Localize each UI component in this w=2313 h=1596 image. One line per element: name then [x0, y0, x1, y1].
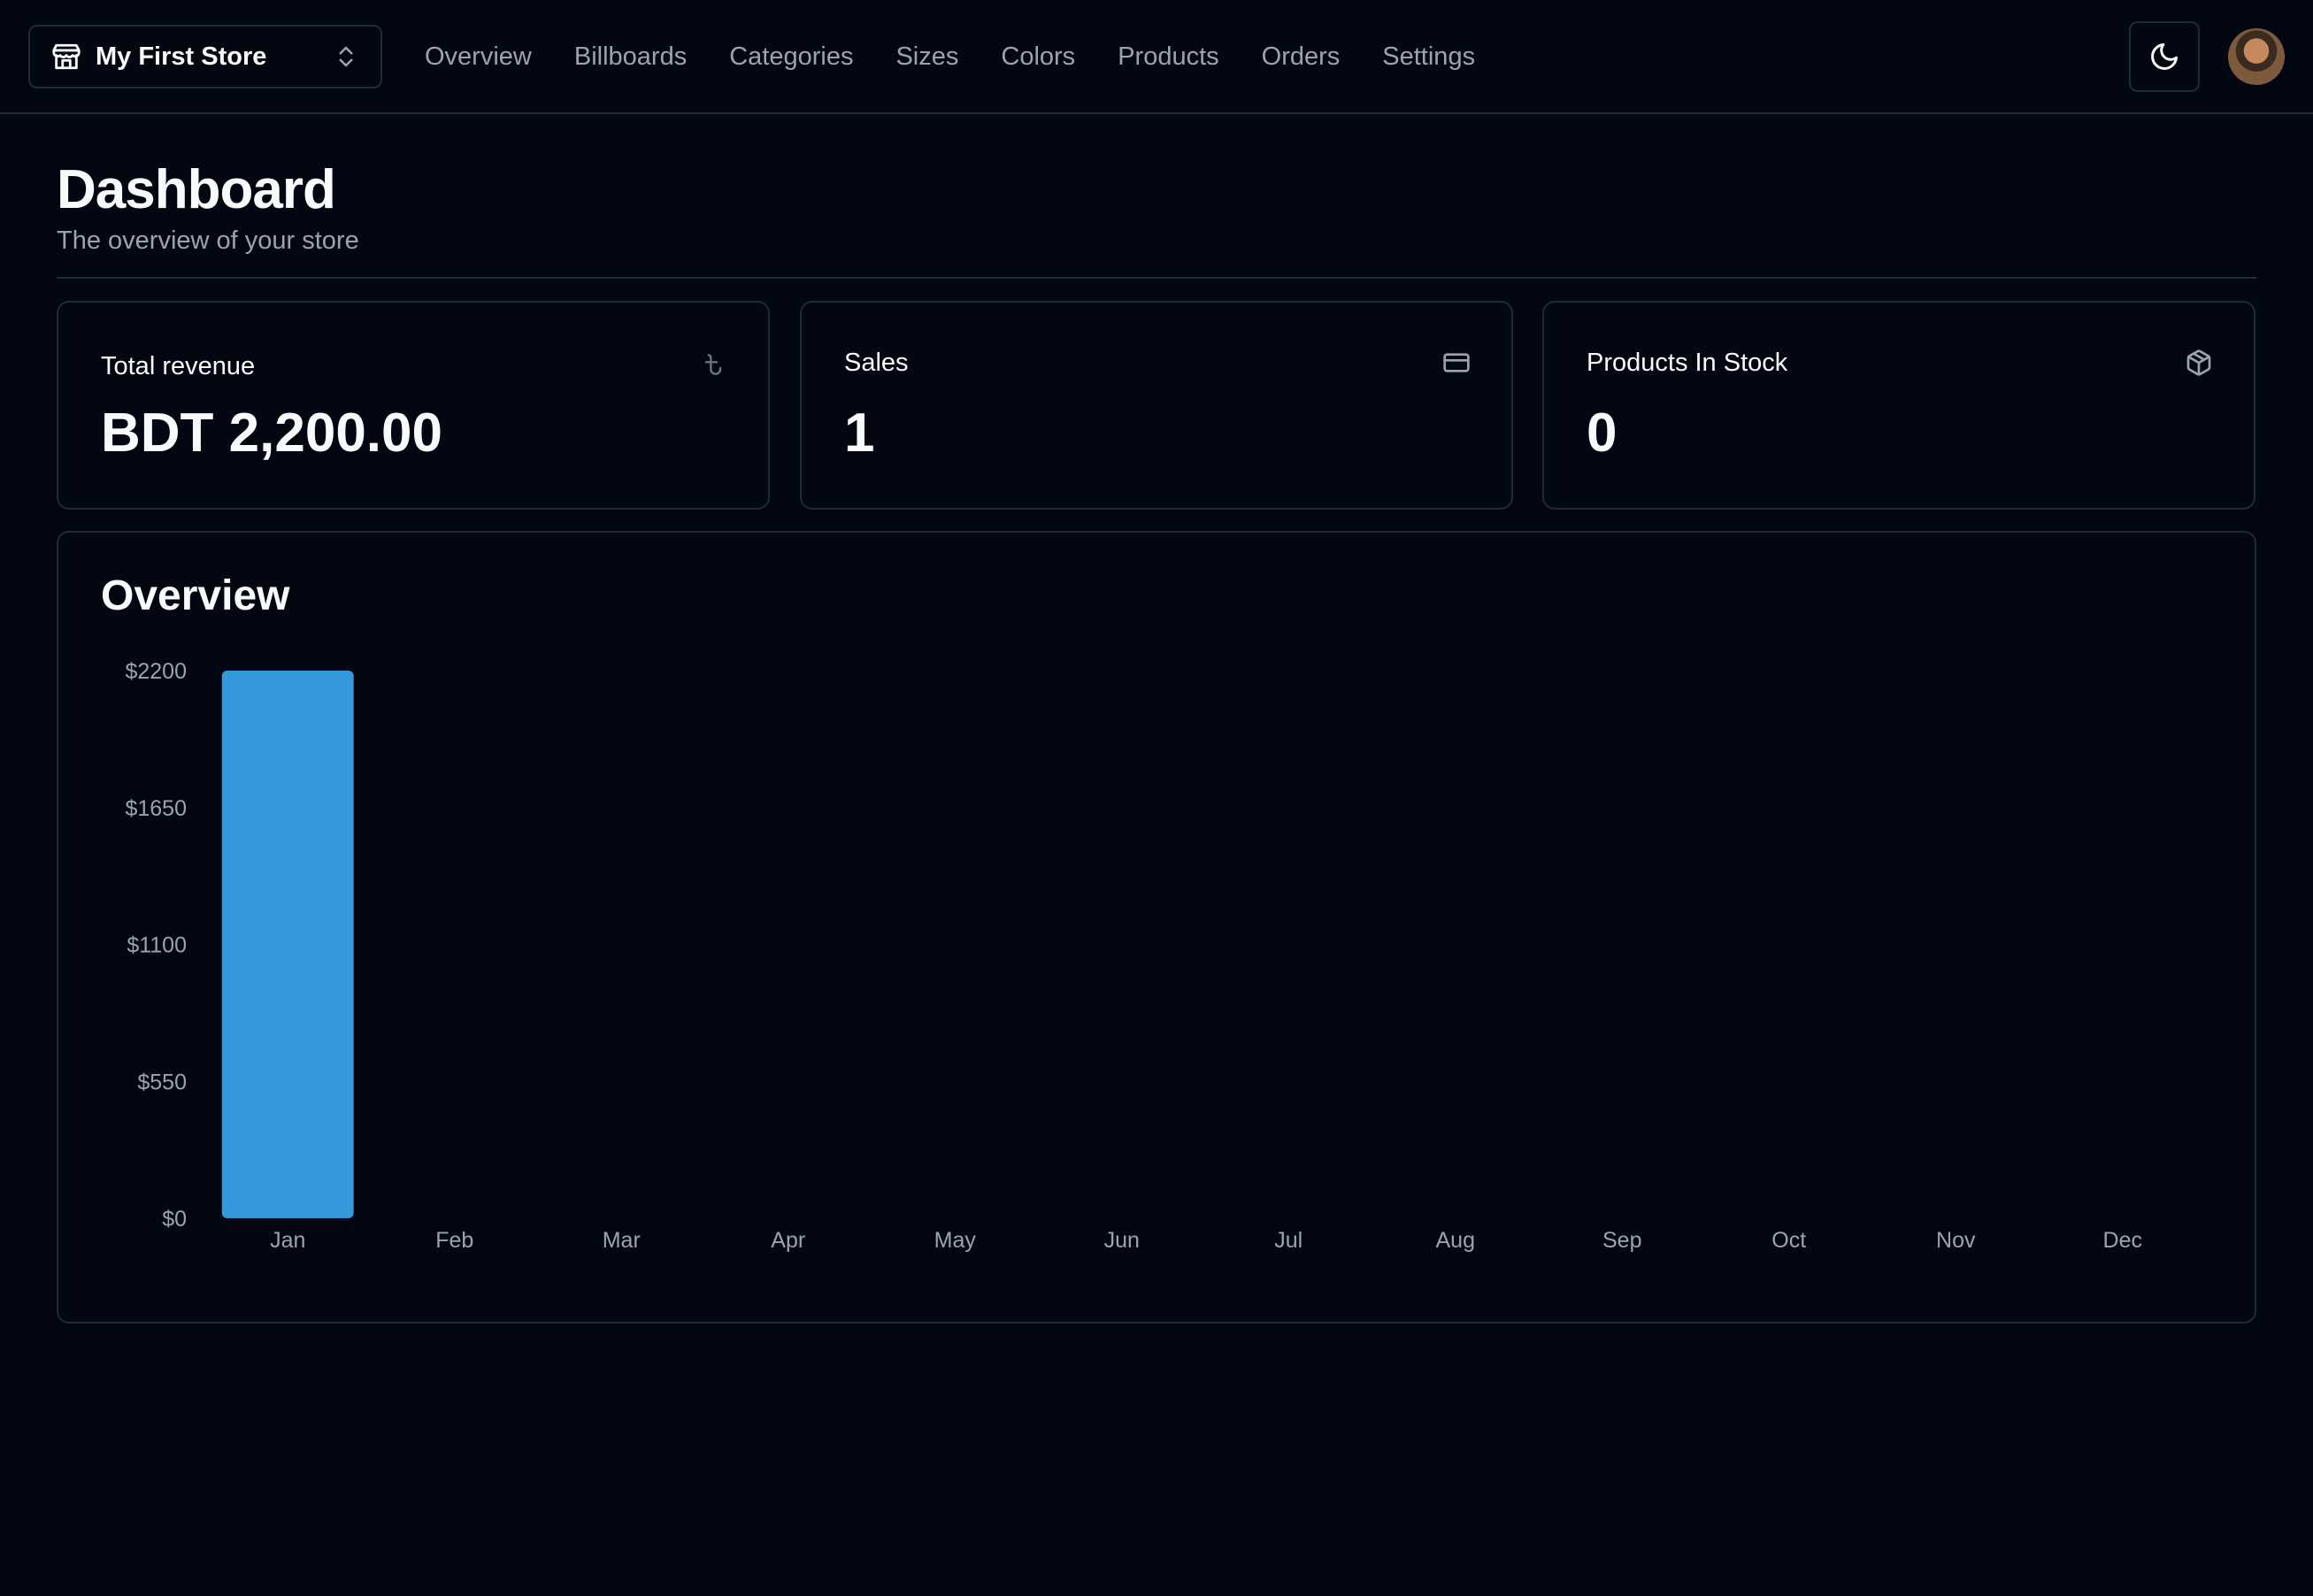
x-tick-label: Feb [435, 1228, 473, 1253]
x-tick-label: May [934, 1228, 977, 1253]
nav-billboards[interactable]: Billboards [574, 42, 687, 72]
card-value: 0 [1587, 403, 1618, 464]
x-tick-label: Mar [603, 1228, 641, 1253]
user-avatar[interactable] [2228, 28, 2285, 85]
x-tick-label: Aug [1436, 1228, 1475, 1253]
x-tick-label: Sep [1602, 1228, 1641, 1253]
bar-jan[interactable] [221, 671, 354, 1218]
nav-sizes[interactable]: Sizes [895, 42, 958, 72]
nav-colors[interactable]: Colors [1001, 42, 1075, 72]
card-label: Products In Stock [1587, 349, 1788, 377]
x-tick-label: Oct [1771, 1228, 1806, 1253]
nav-settings[interactable]: Settings [1382, 42, 1475, 72]
overview-card: Overview $0 $550 $1100 $1650 $2200 Jan Feb Mar A… [57, 531, 2256, 1324]
card-label: Sales [844, 349, 909, 377]
x-tick-label: Dec [2103, 1228, 2142, 1253]
taka-icon [704, 354, 722, 375]
y-tick-label: $550 [137, 1070, 187, 1094]
page-title: Dashboard [57, 159, 336, 220]
credit-card-icon [1443, 353, 1470, 372]
x-tick-label: Jul [1274, 1228, 1303, 1253]
card-value: BDT 2,200.00 [101, 403, 442, 464]
store-name: My First Store [96, 42, 267, 71]
main-nav: Overview Billboards Categories Sizes Col… [425, 25, 1518, 88]
separator [57, 277, 2256, 279]
nav-overview[interactable]: Overview [425, 42, 532, 72]
top-navbar: My First Store Overview Billboards Categ… [0, 0, 2313, 114]
y-tick-label: $1100 [127, 933, 187, 958]
chevrons-up-down-icon [339, 46, 353, 67]
moon-icon [2151, 43, 2178, 70]
y-tick-label: $1650 [125, 796, 187, 821]
total-revenue-card: Total revenue BDT 2,200.00 [57, 301, 770, 510]
card-label: Total revenue [101, 352, 256, 380]
nav-products[interactable]: Products [1118, 42, 1218, 72]
nav-categories[interactable]: Categories [729, 42, 853, 72]
products-in-stock-card: Products In Stock 0 [1542, 301, 2255, 510]
store-icon [52, 43, 81, 70]
theme-toggle-button[interactable] [2129, 21, 2200, 92]
nav-orders[interactable]: Orders [1262, 42, 1341, 72]
y-tick-label: $2200 [125, 659, 187, 684]
store-switcher[interactable]: My First Store [28, 25, 382, 88]
x-tick-label: Jan [270, 1228, 305, 1253]
y-tick-label: $0 [162, 1207, 187, 1232]
card-value: 1 [844, 403, 875, 464]
page-heading: Dashboard The overview of your store [57, 156, 359, 256]
sales-card: Sales 1 [800, 301, 1513, 510]
x-tick-label: Apr [771, 1228, 805, 1253]
overview-bar-chart: $0 $550 $1100 $1650 $2200 Jan Feb Mar Apr May Jun J… [125, 659, 2142, 1253]
x-tick-label: Nov [1936, 1228, 1976, 1253]
x-tick-label: Jun [1104, 1228, 1140, 1253]
page-subtitle: The overview of your store [57, 226, 359, 255]
package-icon [2186, 349, 2211, 376]
